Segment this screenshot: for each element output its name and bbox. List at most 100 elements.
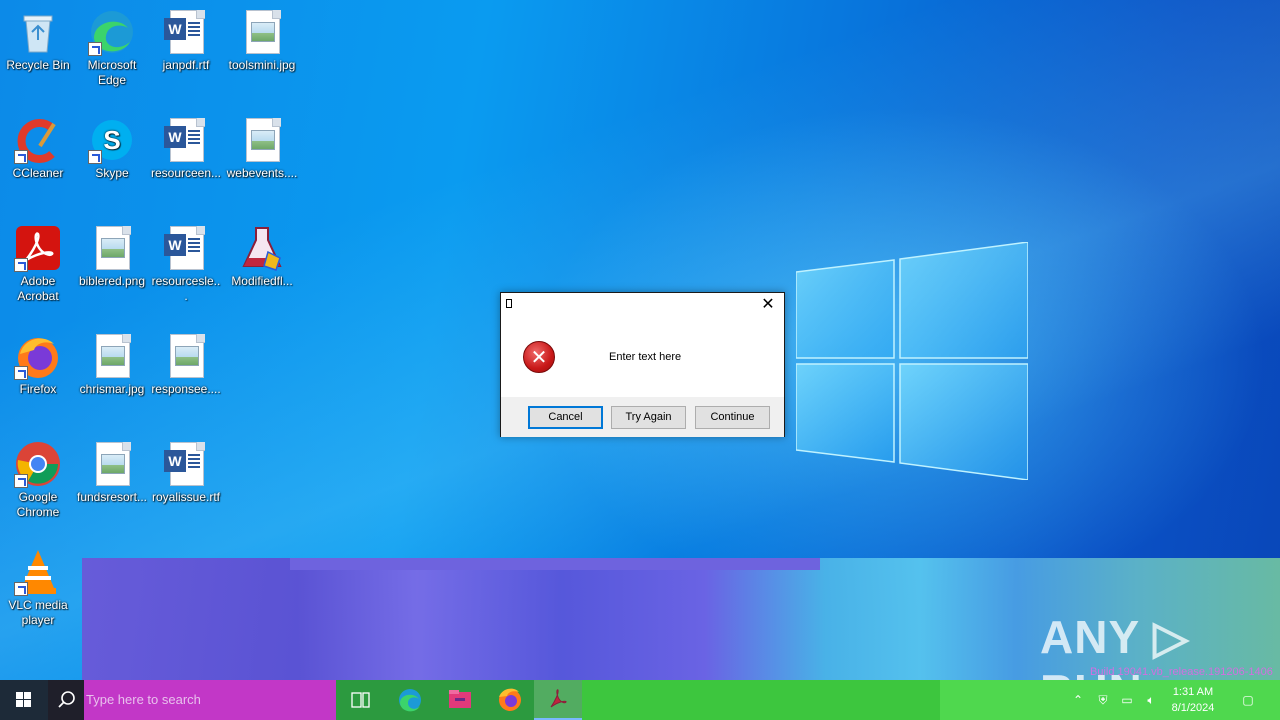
speaker-icon: 🔈︎ <box>1147 693 1155 707</box>
desktop-icon-label: responsee.... <box>151 382 221 396</box>
image-file-icon <box>88 440 136 488</box>
image-file-icon <box>88 224 136 272</box>
desktop-icon-resourceen[interactable]: W resourceen... <box>148 116 224 181</box>
taskbar-firefox[interactable] <box>486 680 534 720</box>
desktop-icon-royalissue[interactable]: W royalissue.rtf <box>148 440 224 505</box>
clock-date: 8/1/2024 <box>1171 702 1215 714</box>
shortcut-arrow-icon <box>14 258 28 272</box>
image-file-icon <box>238 116 286 164</box>
task-view-button[interactable] <box>336 680 384 720</box>
shortcut-arrow-icon <box>14 150 28 164</box>
desktop-icon-label: toolsmini.jpg <box>228 58 296 72</box>
taskbar-edge[interactable] <box>386 680 434 720</box>
dialog-titlebar[interactable]: ✕ <box>501 293 784 317</box>
desktop-icon-label: Google Chrome <box>16 490 60 519</box>
desktop-icon-adobe-acrobat[interactable]: Adobe Acrobat <box>0 224 76 304</box>
desktop-icon-chrismar[interactable]: chrismar.jpg <box>74 332 150 397</box>
desktop-icon-recycle-bin[interactable]: Recycle Bin <box>0 8 76 73</box>
desktop-icon-label: Firefox <box>19 382 57 396</box>
close-button[interactable]: ✕ <box>752 293 784 317</box>
continue-button[interactable]: Continue <box>695 406 770 429</box>
desktop-icon-label: VLC media player <box>8 598 68 627</box>
desktop-icon-label: fundsresort... <box>76 490 148 504</box>
word-doc-icon: W <box>162 224 210 272</box>
shortcut-arrow-icon <box>88 150 102 164</box>
desktop-icon-fundsresort[interactable]: fundsresort... <box>74 440 150 505</box>
image-file-icon <box>238 8 286 56</box>
edge-icon <box>399 689 421 712</box>
vlc-icon <box>14 548 62 596</box>
edge-icon <box>88 8 136 56</box>
notifications-button[interactable]: ▢ <box>1236 680 1260 720</box>
acrobat-icon <box>14 224 62 272</box>
desktop-icon-vlc[interactable]: VLC media player <box>0 548 76 628</box>
cancel-button[interactable]: Cancel <box>528 406 603 429</box>
app-icon <box>506 299 512 308</box>
desktop-icon-label: chrismar.jpg <box>79 382 145 396</box>
desktop-icon-webevents[interactable]: webevents.... <box>224 116 300 181</box>
shortcut-arrow-icon <box>14 582 28 596</box>
taskbar-file-explorer[interactable] <box>436 680 484 720</box>
taskbar-clock[interactable]: 1:31 AM 8/1/2024 <box>1162 684 1224 716</box>
desktop-icon-toolsmini[interactable]: toolsmini.jpg <box>224 8 300 73</box>
desktop-icon-microsoft-edge[interactable]: Microsoft Edge <box>74 8 150 88</box>
windows-logo-wallpaper <box>796 242 1028 480</box>
word-doc-icon: W <box>162 116 210 164</box>
desktop-icon-skype[interactable]: S Skype <box>74 116 150 181</box>
desktop-icon-modifiedfl[interactable]: Modifiedfl... <box>224 224 300 289</box>
desktop-icon-label: resourcesle... <box>151 274 221 303</box>
start-button[interactable] <box>0 680 48 720</box>
firefox-icon <box>499 688 521 711</box>
shield-icon: ⛨ <box>1098 693 1108 707</box>
shortcut-arrow-icon <box>14 366 28 380</box>
try-again-button[interactable]: Try Again <box>611 406 686 429</box>
rendering-glitch-strip <box>290 558 820 570</box>
desktop-icon-ccleaner[interactable]: CCleaner <box>0 116 76 181</box>
image-file-icon <box>162 332 210 380</box>
desktop-icon-label: Microsoft Edge <box>87 58 137 87</box>
error-dialog[interactable]: ✕ ✕ Enter text here Cancel Try Again Con… <box>500 292 785 437</box>
notification-icon: ▢ <box>1242 693 1254 707</box>
task-view-icon <box>351 692 370 708</box>
word-doc-icon: W <box>162 440 210 488</box>
dialog-button-bar: Cancel Try Again Continue <box>501 397 784 437</box>
desktop-icon-label: Skype <box>95 166 129 180</box>
network-icon: ▭ <box>1121 693 1133 707</box>
tray-defender[interactable]: ⛨ <box>1092 680 1114 720</box>
desktop-icon-firefox[interactable]: Firefox <box>0 332 76 397</box>
desktop-icon-label: webevents.... <box>226 166 298 180</box>
firefox-icon <box>14 332 62 380</box>
acrobat-icon <box>550 689 567 708</box>
desktop-icon-resourcesle[interactable]: W resourcesle... <box>148 224 224 304</box>
show-hidden-icons-button[interactable]: ⌃ <box>1068 680 1088 720</box>
desktop-icon-label: biblered.png <box>78 274 146 288</box>
desktop-icon-label: resourceen... <box>150 166 222 180</box>
file-explorer-icon <box>449 690 471 708</box>
recycle-bin-icon <box>14 8 62 56</box>
taskbar-acrobat[interactable] <box>534 680 582 720</box>
tray-volume[interactable]: 🔈︎ <box>1140 680 1162 720</box>
chevron-up-icon: ⌃ <box>1072 693 1084 707</box>
desktop-icon-biblered[interactable]: biblered.png <box>74 224 150 289</box>
desktop-icon-label: CCleaner <box>12 166 64 180</box>
svg-text:S: S <box>103 125 120 155</box>
error-icon: ✕ <box>523 341 555 373</box>
desktop-icon-label: Adobe Acrobat <box>17 274 59 303</box>
desktop-icon-janpdf[interactable]: W janpdf.rtf <box>148 8 224 73</box>
skype-icon: S <box>88 116 136 164</box>
flask-icon <box>238 224 286 272</box>
build-watermark: Build 19041.vb_release.191206-1406 <box>1090 666 1273 678</box>
dialog-message: Enter text here <box>609 351 682 363</box>
desktop-icon-google-chrome[interactable]: Google Chrome <box>0 440 76 520</box>
desktop-icon-responsee[interactable]: responsee.... <box>148 332 224 397</box>
search-button[interactable] <box>48 680 84 720</box>
taskbar: Type here to search ⌃ ⛨ ▭ 🔈︎ 1:31 AM 8/1… <box>0 680 1280 720</box>
clock-time: 1:31 AM <box>1172 686 1214 698</box>
chrome-icon <box>14 440 62 488</box>
tray-network[interactable]: ▭ <box>1116 680 1138 720</box>
taskbar-search-input[interactable]: Type here to search <box>84 680 336 720</box>
desktop-icon-label: royalissue.rtf <box>151 490 221 504</box>
image-file-icon <box>88 332 136 380</box>
desktop-icon-label: Modifiedfl... <box>231 274 293 288</box>
desktop-icon-label: janpdf.rtf <box>162 58 210 72</box>
